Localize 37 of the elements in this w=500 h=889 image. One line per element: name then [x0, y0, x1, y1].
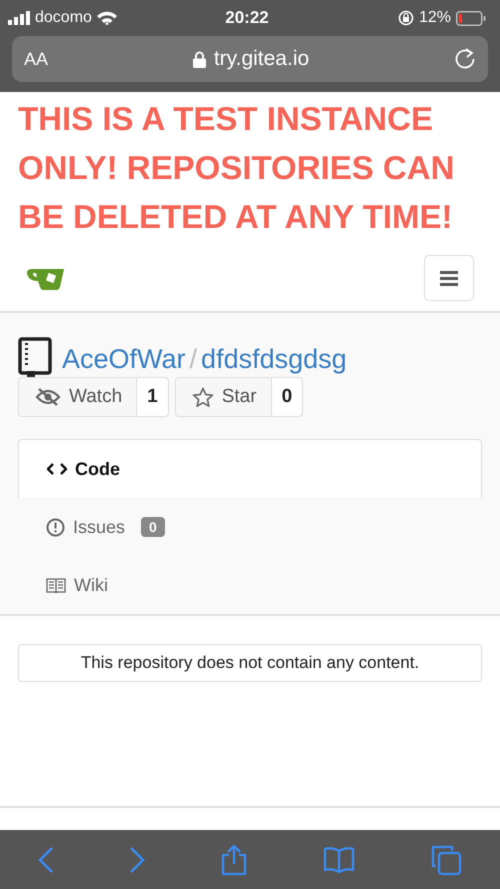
book-icon	[46, 578, 66, 592]
issue-count-badge: 0	[141, 517, 165, 537]
rotation-lock-icon	[398, 10, 414, 26]
owner-link[interactable]: AceOfWar	[62, 344, 186, 374]
battery-icon	[456, 10, 486, 26]
share-button[interactable]	[220, 844, 248, 876]
battery-percent: 12%	[418, 9, 451, 27]
eye-slash-icon	[35, 388, 61, 406]
empty-repository-message: This repository does not contain any content.	[18, 644, 482, 682]
star-icon	[192, 386, 214, 408]
code-tab[interactable]: Code	[18, 439, 482, 498]
exclamation-circle-icon	[46, 518, 65, 536]
url-text: try.gitea.io	[214, 47, 310, 71]
test-instance-warning: THIS IS A TEST INSTANCE ONLY! REPOSITORIES CAN BE DELETED AT ANY TIME!	[17, 99, 456, 237]
forward-button[interactable]	[128, 846, 145, 874]
reload-icon[interactable]	[454, 48, 476, 70]
star-count[interactable]: 0	[270, 378, 302, 416]
menu-icon	[440, 270, 458, 286]
back-button[interactable]	[38, 846, 54, 874]
lock-icon	[192, 50, 206, 68]
tabs-button[interactable]	[430, 844, 462, 876]
issues-tab[interactable]: Issues 0	[18, 498, 482, 556]
repository-link[interactable]: dfdsfdsgdsg	[201, 344, 347, 374]
menu-button[interactable]	[424, 255, 474, 301]
carrier-name: docomo	[35, 9, 92, 27]
code-icon	[47, 462, 67, 476]
text-size-button[interactable]: AA	[24, 48, 48, 70]
wifi-icon	[96, 11, 117, 25]
signal-icon	[8, 11, 30, 25]
watch-button[interactable]: Watch 1	[18, 377, 169, 417]
clock-time: 20:22	[225, 8, 269, 28]
path-separator: /	[190, 344, 198, 374]
address-bar[interactable]: AA try.gitea.io	[12, 36, 488, 82]
watch-count[interactable]: 1	[136, 378, 168, 416]
bookmarks-button[interactable]	[323, 846, 356, 874]
wiki-tab[interactable]: Wiki	[18, 556, 482, 614]
star-button[interactable]: Star 0	[174, 377, 304, 417]
